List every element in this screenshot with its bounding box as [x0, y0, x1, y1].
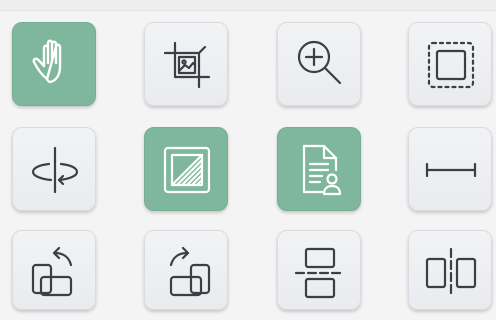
pan-tool-button[interactable] [12, 22, 96, 106]
contrast-tool-button[interactable] [144, 127, 228, 211]
crop-image-icon [163, 41, 211, 89]
rotate-3d-tool-button[interactable] [12, 127, 96, 211]
flip-horizontal-tool-button[interactable] [408, 230, 492, 310]
document-user-icon [302, 144, 342, 196]
hand-icon [32, 39, 62, 84]
flip-vertical-tool-button[interactable] [277, 230, 361, 310]
hatched-square-icon [163, 146, 211, 194]
dashed-square-icon [427, 41, 475, 89]
document-user-tool-button[interactable] [277, 127, 361, 211]
zoom-in-tool-button[interactable] [277, 22, 361, 106]
rotate-counterclockwise-tool-button[interactable] [12, 230, 96, 310]
rotate-left-icon [31, 246, 73, 297]
rotate-right-icon [169, 246, 211, 297]
measure-tool-button[interactable] [408, 127, 492, 211]
rotate-axis-icon [31, 146, 79, 194]
flip-horizontal-icon [425, 247, 477, 299]
select-region-tool-button[interactable] [408, 22, 492, 106]
tool-grid [0, 0, 496, 320]
rotate-clockwise-tool-button[interactable] [144, 230, 228, 310]
ruler-line-icon [425, 162, 477, 178]
flip-vertical-icon [294, 247, 346, 299]
zoom-in-icon [297, 40, 342, 85]
crop-image-tool-button[interactable] [144, 22, 228, 106]
